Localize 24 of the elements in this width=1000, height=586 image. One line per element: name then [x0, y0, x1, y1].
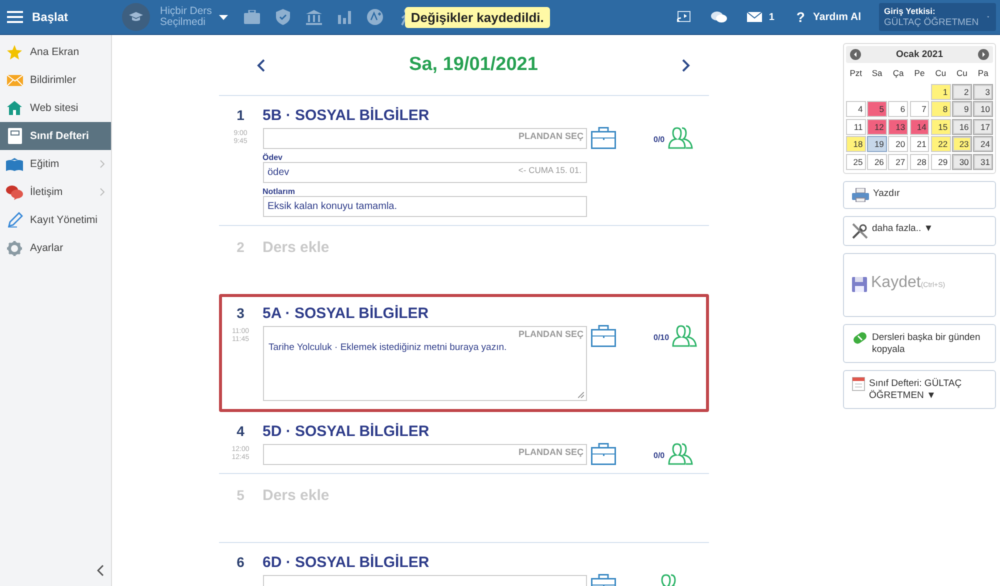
topic-text: Tarihe Yolculuk · Eklemek istediğiniz metni buraya yazın.: [268, 342, 508, 353]
attendance-count: 0/10: [654, 333, 670, 342]
lesson-number: 3: [236, 305, 246, 321]
weekday-label: Cu: [955, 67, 968, 80]
lesson-number: 1: [236, 107, 246, 123]
lesson-number: 4: [236, 423, 246, 439]
attendance-count: 0/0: [654, 451, 665, 460]
day-date: Sa, 19/01/2021: [409, 54, 538, 76]
lesson-title: 5B · SOSYAL BİLGİLER: [262, 106, 430, 124]
notes-label: Notlarım: [262, 187, 296, 196]
weekday-label: Ça: [892, 67, 905, 80]
attendance-count: 0/0: [654, 135, 665, 144]
homework-label: Ödev: [262, 153, 284, 162]
lesson-title: 6D · SOSYAL BİLGİLER: [262, 554, 430, 570]
lesson-title: 5D · SOSYAL BİLGİLER: [262, 422, 430, 440]
month-title: Ocak 2021: [896, 49, 943, 60]
lesson-number: 6: [236, 554, 246, 570]
weekday-label: Sa: [870, 67, 884, 80]
weekday-label: Cu: [934, 67, 948, 80]
lesson-title: 5A · SOSYAL BİLGİLER: [262, 304, 429, 322]
weekday-label: Pa: [976, 67, 990, 80]
weekday-label: Pe: [913, 67, 926, 80]
weekday-label: Pzt: [848, 67, 863, 80]
saved-toast: Değişikler kaydedildi.: [404, 6, 550, 28]
